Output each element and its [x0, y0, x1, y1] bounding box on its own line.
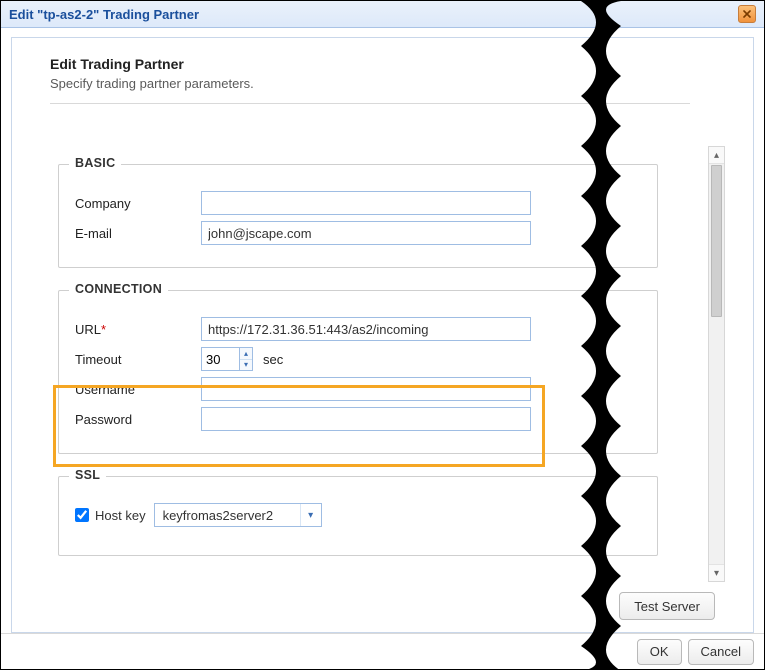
spin-down-icon[interactable]: ▾ — [240, 360, 252, 371]
group-basic-legend: BASIC — [69, 156, 121, 170]
username-label: Username — [75, 382, 201, 397]
cancel-button[interactable]: Cancel — [688, 639, 754, 665]
url-input[interactable] — [201, 317, 531, 341]
group-ssl: SSL Host key keyfromas2server2 ▾ — [58, 476, 658, 556]
required-marker: * — [101, 322, 106, 337]
content-panel: Edit Trading Partner Specify trading par… — [11, 37, 754, 633]
timeout-unit: sec — [263, 352, 283, 367]
window-title: Edit "tp-as2-2" Trading Partner — [9, 7, 199, 22]
timeout-stepper[interactable]: ▴ ▾ — [201, 347, 253, 371]
timeout-input[interactable] — [201, 347, 239, 371]
group-connection: CONNECTION URL* Timeout ▴ ▾ — [58, 290, 658, 454]
page-subtitle: Specify trading partner parameters. — [50, 76, 731, 91]
row-timeout: Timeout ▴ ▾ sec — [75, 347, 641, 371]
divider — [50, 103, 690, 104]
scroll-thumb[interactable] — [711, 165, 722, 317]
page-title: Edit Trading Partner — [50, 56, 731, 72]
group-ssl-legend: SSL — [69, 468, 106, 482]
scroll-area: BASIC Company E-mail CONNECTION — [40, 146, 725, 582]
company-label: Company — [75, 196, 201, 211]
email-label: E-mail — [75, 226, 201, 241]
spin-up-icon[interactable]: ▴ — [240, 348, 252, 360]
timeout-label: Timeout — [75, 352, 201, 367]
scroll-up-icon[interactable]: ▴ — [709, 147, 724, 164]
scrollbar[interactable]: ▴ ▾ — [708, 146, 725, 582]
email-input[interactable] — [201, 221, 531, 245]
dialog-body: Edit Trading Partner Specify trading par… — [1, 27, 764, 633]
row-url: URL* — [75, 317, 641, 341]
scroll-down-icon[interactable]: ▾ — [709, 564, 724, 581]
close-icon — [743, 10, 751, 18]
row-company: Company — [75, 191, 641, 215]
username-input[interactable] — [201, 377, 531, 401]
row-hostkey: Host key keyfromas2server2 ▾ — [75, 503, 641, 527]
hostkey-label: Host key — [95, 508, 146, 523]
chevron-down-icon: ▾ — [300, 504, 321, 526]
dialog-frame: Edit "tp-as2-2" Trading Partner Edit Tra… — [0, 0, 765, 670]
group-connection-legend: CONNECTION — [69, 282, 168, 296]
hostkey-select-value: keyfromas2server2 — [163, 508, 274, 523]
hostkey-checkbox[interactable] — [75, 508, 89, 522]
row-password: Password — [75, 407, 641, 431]
row-username: Username — [75, 377, 641, 401]
close-button[interactable] — [738, 5, 756, 23]
titlebar: Edit "tp-as2-2" Trading Partner — [1, 1, 764, 28]
company-input[interactable] — [201, 191, 531, 215]
password-input[interactable] — [201, 407, 531, 431]
test-server-button[interactable]: Test Server — [619, 592, 715, 620]
form-content: BASIC Company E-mail CONNECTION — [58, 146, 697, 582]
timeout-spin-buttons[interactable]: ▴ ▾ — [239, 347, 253, 371]
group-basic: BASIC Company E-mail — [58, 164, 658, 268]
ok-button[interactable]: OK — [637, 639, 682, 665]
password-label: Password — [75, 412, 201, 427]
dialog-footer: OK Cancel — [1, 633, 764, 669]
hostkey-select[interactable]: keyfromas2server2 ▾ — [154, 503, 322, 527]
url-label: URL* — [75, 322, 201, 337]
row-email: E-mail — [75, 221, 641, 245]
